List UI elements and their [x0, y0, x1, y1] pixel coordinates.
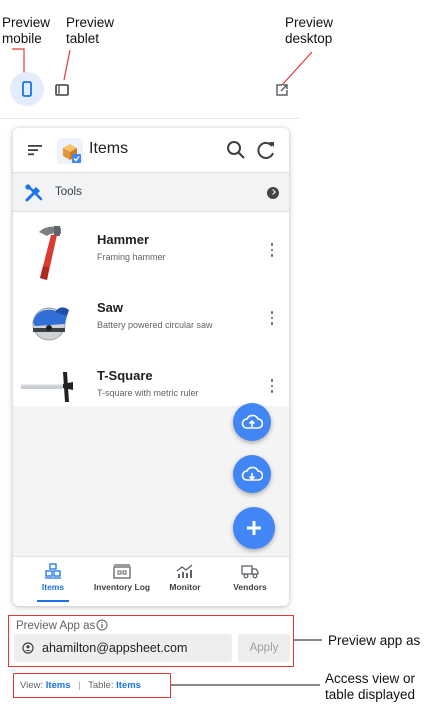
- separator: |: [78, 680, 81, 691]
- chevron-right-icon: [267, 187, 279, 199]
- nav-label: Vendors: [233, 582, 267, 592]
- item-subtitle: T-square with metric ruler: [97, 388, 199, 398]
- menu-icon[interactable]: [25, 140, 45, 160]
- list-item[interactable]: Saw Battery powered circular saw: [13, 286, 289, 354]
- active-tab-indicator: [37, 600, 69, 602]
- plus-icon: [247, 521, 261, 535]
- item-subtitle: Framing hammer: [97, 252, 166, 262]
- preview-mobile-button[interactable]: [10, 72, 44, 106]
- callout-text: Preview: [66, 15, 115, 30]
- nav-label: Monitor: [169, 582, 201, 592]
- item-title: Saw: [97, 300, 124, 315]
- cloud-upload-icon: [241, 414, 263, 429]
- app-header: Items: [13, 128, 289, 172]
- nav-label: Inventory Log: [93, 582, 151, 592]
- group-header-tools[interactable]: Tools: [13, 172, 289, 212]
- apply-button[interactable]: Apply: [238, 634, 290, 662]
- item-title: Hammer: [97, 232, 150, 247]
- view-table-line: View: Items | Table: Items: [20, 680, 141, 691]
- warehouse-icon: [113, 564, 131, 579]
- truck-icon: [241, 565, 259, 579]
- open-external-icon: [276, 84, 288, 96]
- nav-tab-vendors[interactable]: Vendors: [225, 563, 275, 603]
- item-title: T-Square: [97, 368, 153, 383]
- callout-text: mobile: [2, 31, 42, 46]
- view-link[interactable]: Items: [46, 680, 71, 691]
- preview-desktop-button[interactable]: [270, 78, 294, 102]
- phone-icon: [22, 81, 32, 97]
- cloud-download-icon: [241, 466, 263, 481]
- callout-text: tablet: [66, 31, 100, 46]
- preview-as-email-field[interactable]: ahamilton@appsheet.com: [14, 634, 232, 662]
- refresh-icon[interactable]: [255, 139, 277, 161]
- more-vert-icon[interactable]: [265, 376, 279, 398]
- nav-tab-monitor[interactable]: Monitor: [163, 563, 207, 603]
- nav-tab-items[interactable]: Items: [27, 563, 79, 603]
- callout-access-view: Access view or table displayed: [325, 671, 415, 703]
- search-icon[interactable]: [225, 139, 247, 161]
- item-subtitle: Battery powered circular saw: [97, 320, 213, 330]
- app-title: Items: [89, 140, 129, 157]
- table-link[interactable]: Items: [116, 680, 141, 691]
- callout-text: table displayed: [325, 687, 416, 702]
- table-label: Table:: [88, 680, 114, 691]
- divider: [0, 118, 300, 119]
- view-label: View:: [20, 680, 44, 691]
- callout-preview-desktop: Preview desktop: [285, 15, 333, 47]
- group-label: Tools: [55, 186, 82, 198]
- nav-tab-inventory-log[interactable]: Inventory Log: [87, 563, 157, 603]
- email-value: ahamilton@appsheet.com: [42, 641, 188, 655]
- hammer-image: [39, 226, 61, 280]
- more-vert-icon[interactable]: [265, 240, 279, 262]
- nav-label: Items: [41, 582, 65, 592]
- callout-text: Preview: [285, 15, 334, 30]
- preview-tablet-button[interactable]: [50, 78, 74, 102]
- tablet-icon: [55, 84, 69, 96]
- preview-as-label: Preview App as: [16, 620, 96, 632]
- bottom-navigation: Items Inventory Log Monitor Vendors: [13, 556, 289, 606]
- chart-icon: [176, 564, 193, 578]
- callout-text: Access view or: [325, 671, 416, 686]
- add-button[interactable]: [233, 507, 275, 549]
- more-vert-icon[interactable]: [265, 308, 279, 330]
- callout-preview-tablet: Preview tablet: [66, 15, 114, 47]
- user-icon: [22, 642, 34, 654]
- info-icon[interactable]: [96, 619, 108, 631]
- saw-image: [32, 307, 69, 341]
- callout-text: Preview: [2, 15, 51, 30]
- tools-icon: [25, 184, 43, 202]
- boxes-icon: [45, 563, 61, 579]
- callout-preview-mobile: Preview mobile: [2, 15, 50, 47]
- download-button[interactable]: [233, 455, 271, 493]
- callout-text: desktop: [285, 31, 333, 46]
- preview-app-as-panel: Preview App as ahamilton@appsheet.com Ap…: [8, 615, 294, 667]
- upload-button[interactable]: [233, 403, 271, 441]
- mobile-preview-frame: Items Tools Hammer Framing hammer Saw Ba…: [13, 128, 289, 606]
- list-item[interactable]: Hammer Framing hammer: [13, 218, 289, 286]
- callout-preview-app-as: Preview app as: [328, 633, 421, 648]
- app-logo-icon: [57, 138, 83, 164]
- view-table-info: View: Items | Table: Items: [13, 673, 171, 698]
